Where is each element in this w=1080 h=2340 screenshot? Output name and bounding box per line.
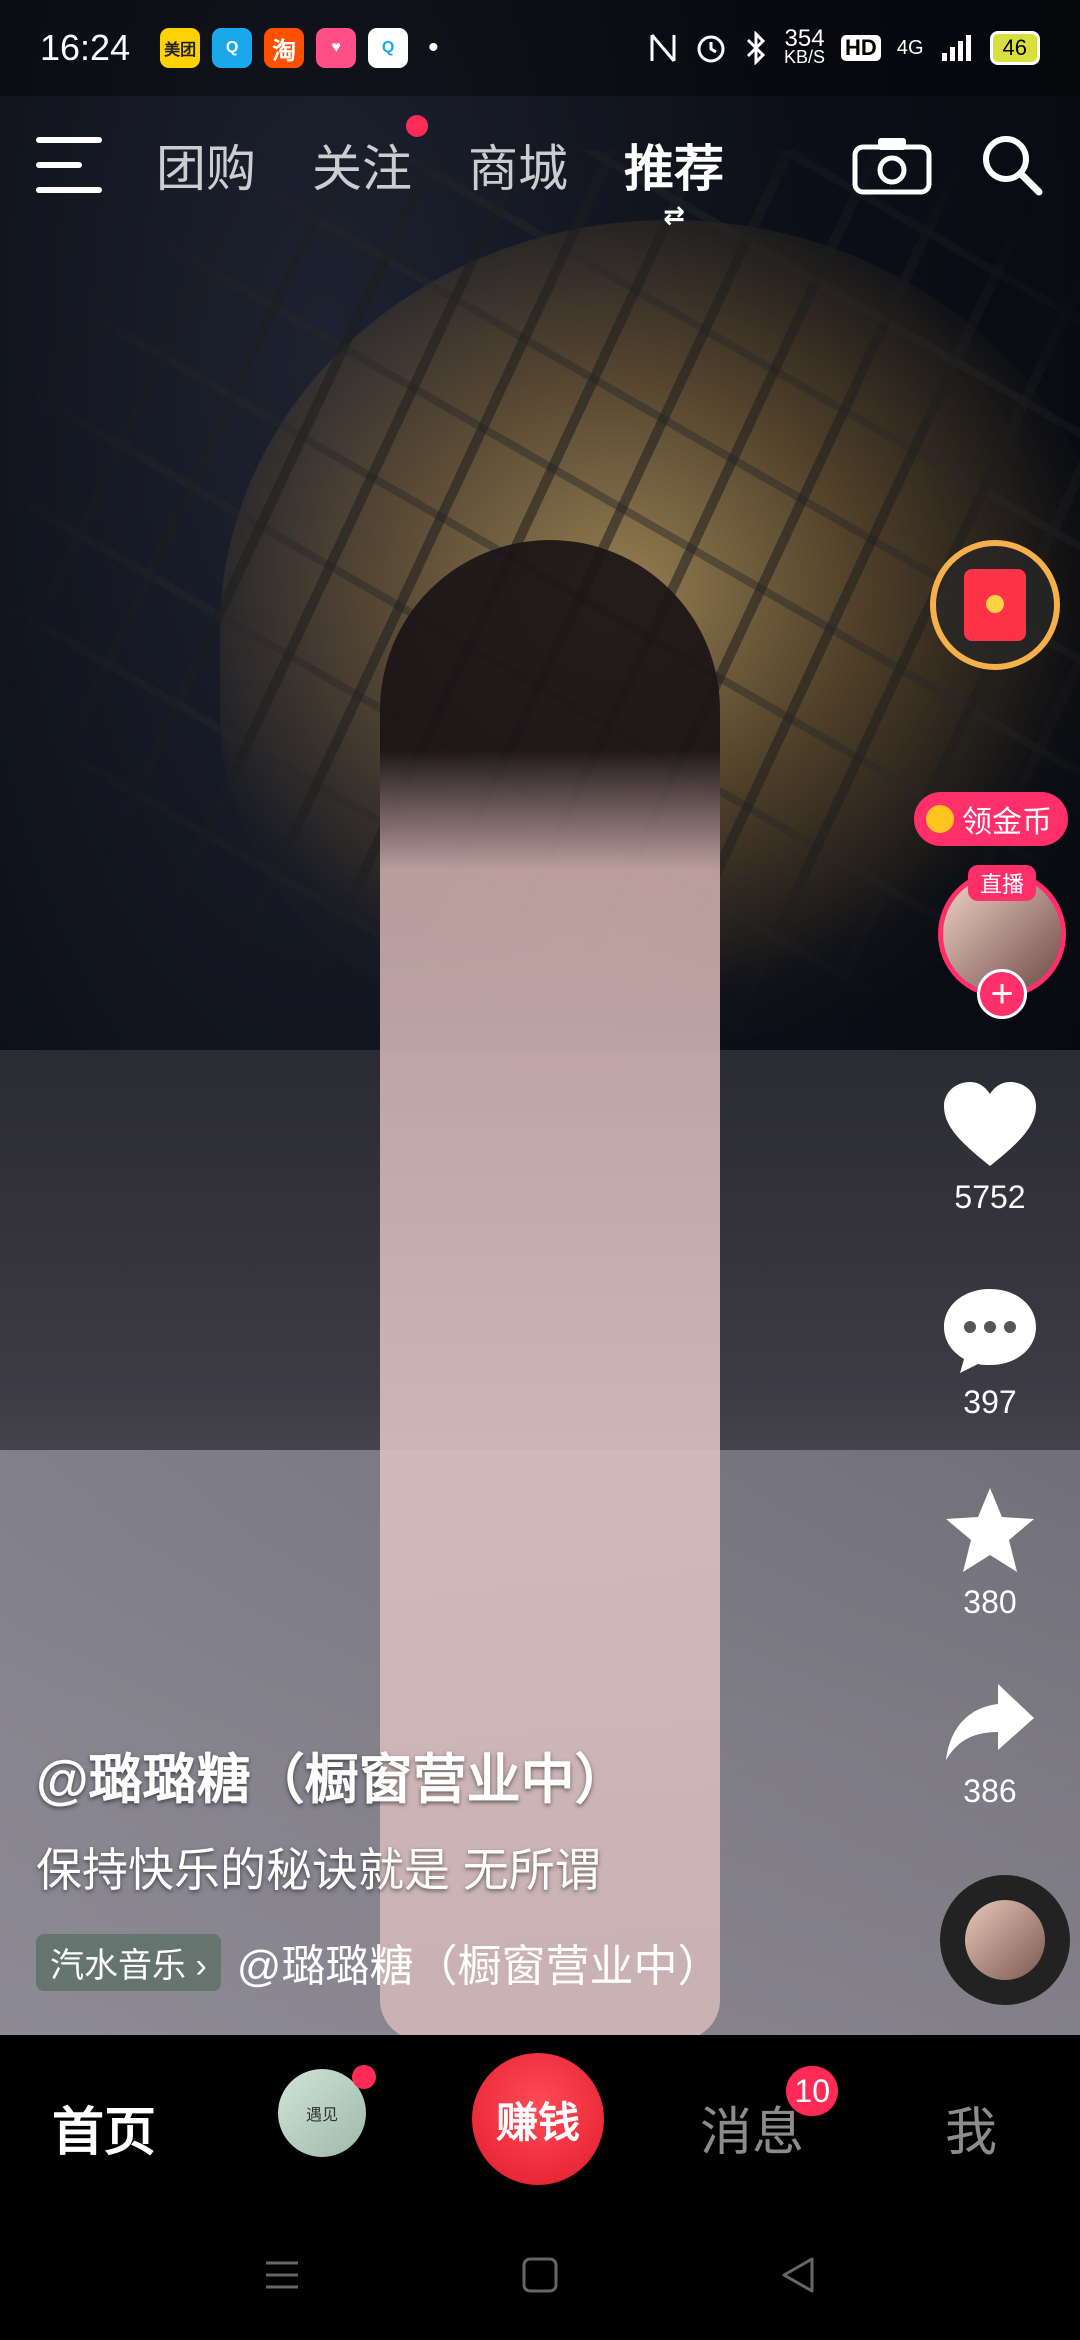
- top-navigation: 团购 关注 商城 推荐 ⇄: [0, 110, 1080, 230]
- search-icon[interactable]: [980, 133, 1044, 197]
- notification-dot: •: [428, 31, 439, 64]
- meituan-app-icon: 美团: [160, 28, 201, 68]
- creator-live-avatar[interactable]: 直播 +: [938, 865, 1066, 1019]
- follow-button[interactable]: +: [977, 969, 1027, 1019]
- signal-strength-icon: [941, 35, 971, 61]
- share-count: 386: [963, 1773, 1017, 1809]
- favorite-count: 380: [963, 1584, 1017, 1620]
- tab-group-buy[interactable]: 团购: [156, 129, 256, 201]
- hd-badge: HD: [841, 35, 881, 61]
- like-count: 5752: [954, 1179, 1026, 1215]
- tab-group-buy-label: 团购: [156, 141, 256, 197]
- recent-apps-icon[interactable]: [262, 2255, 302, 2295]
- network-speed: 354 KB/S: [784, 25, 826, 67]
- favorite-button[interactable]: 380: [900, 1485, 1080, 1621]
- camera-icon[interactable]: [852, 135, 932, 195]
- tab-mall-label: 商城: [468, 141, 568, 197]
- nav-home[interactable]: 首页: [52, 2090, 156, 2165]
- coin-icon: [926, 805, 954, 833]
- music-title: @璐璐糖（橱窗营业中）: [236, 1942, 722, 1991]
- bottom-navigation: 首页 遇见 赚钱 消息 10 我: [0, 2035, 1080, 2210]
- music-source-tag[interactable]: 汽水音乐 ›: [36, 1933, 221, 1991]
- system-navigation-bar: [0, 2210, 1080, 2340]
- nav-friends-text: 遇见: [305, 2107, 338, 2124]
- following-notification-dot: [406, 115, 428, 137]
- comment-count: 397: [963, 1384, 1017, 1420]
- star-icon: [946, 1488, 1034, 1572]
- taobao-app-icon: 淘: [264, 28, 305, 68]
- claim-coins-button[interactable]: 领金币: [914, 792, 1068, 846]
- claim-coins-label: 领金币: [962, 806, 1052, 839]
- red-packet-button[interactable]: [930, 540, 1060, 670]
- author-name[interactable]: @璐璐糖（橱窗营业中）: [36, 1735, 916, 1814]
- pink-app-icon: ♥: [316, 28, 357, 68]
- status-time: 16:24: [40, 27, 131, 68]
- messages-badge: 10: [786, 2066, 839, 2116]
- nfc-icon: [650, 34, 676, 62]
- signal-type: 4G: [896, 36, 924, 59]
- video-description: 保持快乐的秘诀就是 无所谓: [36, 1844, 601, 1896]
- music-info-row[interactable]: 汽水音乐 › @璐璐糖（橱窗营业中）: [36, 1930, 916, 1994]
- like-button[interactable]: 5752: [900, 1080, 1080, 1216]
- share-button[interactable]: 386: [900, 1680, 1080, 1810]
- network-speed-unit: KB/S: [784, 47, 826, 67]
- switch-arrows-icon: ⇄: [663, 200, 685, 230]
- nav-me[interactable]: 我: [945, 2090, 997, 2165]
- nav-friends-avatar[interactable]: 遇见: [278, 2065, 376, 2157]
- heart-icon: [944, 1082, 1036, 1166]
- nav-messages-label: 消息: [700, 2104, 805, 2162]
- search-app-icon: Q: [368, 28, 409, 68]
- nav-messages[interactable]: 消息 10: [700, 2066, 839, 2165]
- nav-earn-button[interactable]: 赚钱: [472, 2053, 604, 2185]
- menu-icon[interactable]: [36, 137, 106, 193]
- music-disc-button[interactable]: [940, 1875, 1070, 2005]
- friends-notification-dot: [352, 2065, 376, 2089]
- nav-earn-label: 赚钱: [495, 2098, 580, 2146]
- share-arrow-icon: [946, 1684, 1034, 1760]
- tab-following[interactable]: 关注: [312, 115, 428, 201]
- alarm-icon: [697, 35, 725, 63]
- comment-button[interactable]: 397: [900, 1285, 1080, 1421]
- tab-recommended[interactable]: 推荐 ⇄: [624, 129, 724, 230]
- qq-browser-app-icon: Q: [212, 28, 253, 68]
- red-envelope-icon: [964, 569, 1026, 641]
- music-cover-image: [965, 1900, 1045, 1980]
- video-caption: @璐璐糖（橱窗营业中） 保持快乐的秘诀就是 无所谓 汽水音乐 › @璐璐糖（橱窗…: [36, 1735, 916, 1994]
- comment-icon: [944, 1289, 1036, 1373]
- back-icon[interactable]: [778, 2255, 818, 2295]
- tab-mall[interactable]: 商城: [468, 129, 568, 201]
- status-indicators: 354 KB/S HD 4G 46: [648, 25, 1040, 67]
- live-badge: 直播: [967, 865, 1037, 901]
- home-icon[interactable]: [520, 2255, 560, 2295]
- tab-recommended-label: 推荐: [624, 141, 724, 197]
- network-speed-value: 354: [784, 25, 825, 52]
- bluetooth-icon: [746, 31, 766, 65]
- status-bar: 16:24 美团 Q 淘 ♥ Q • 354 KB/S HD 4G 46: [0, 0, 1080, 96]
- tab-following-label: 关注: [312, 141, 412, 197]
- battery-indicator: 46: [989, 31, 1040, 65]
